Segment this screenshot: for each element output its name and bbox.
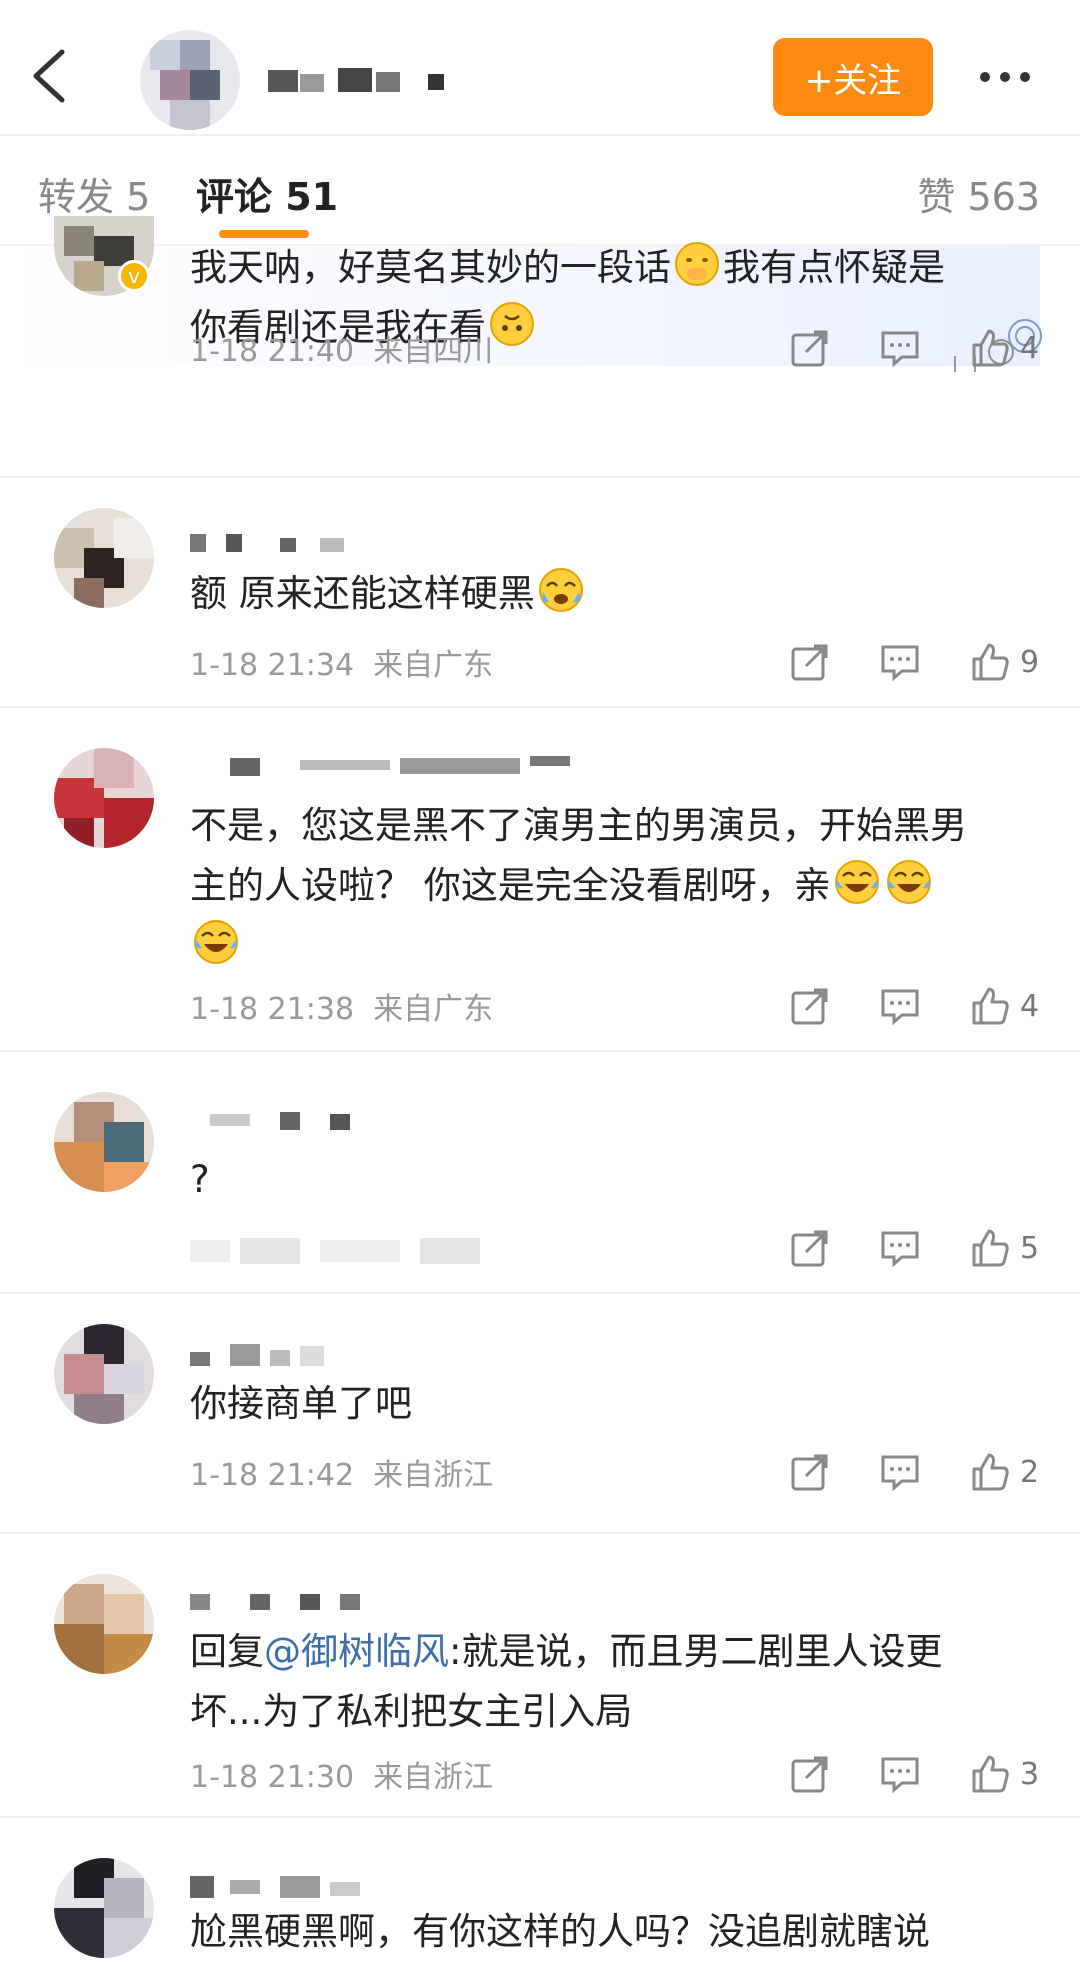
comment-reply-icon[interactable]	[880, 1754, 920, 1794]
comment-location: 来自浙江	[373, 1760, 494, 1795]
like-icon[interactable]	[970, 1228, 1010, 1268]
avatar[interactable]	[54, 1092, 154, 1192]
comment-reply-icon[interactable]	[880, 986, 920, 1026]
like-icon[interactable]	[970, 328, 1010, 368]
crying-emoji-icon	[538, 568, 583, 612]
comment-item: 不是，您这是黑不了演男主的男演员，开始黑男 主的人设啦？ 你这是完全没看剧呀，亲…	[0, 708, 1080, 1052]
like-icon[interactable]	[970, 1754, 1010, 1794]
share-icon[interactable]	[790, 1452, 830, 1492]
username-blurred	[190, 1876, 360, 1898]
upside-down-face-emoji-icon	[490, 302, 534, 346]
avatar[interactable]	[54, 1858, 154, 1958]
like-count: 4	[1020, 330, 1040, 366]
comment-meta: 1-18 21:30 来自浙江	[190, 1752, 493, 1796]
back-icon[interactable]	[28, 48, 72, 104]
comment-text: 尬黑硬黑啊，有你这样的人吗？没追剧就瞎说	[190, 1910, 930, 1953]
like-icon[interactable]	[970, 986, 1010, 1026]
like-icon[interactable]	[970, 642, 1010, 682]
follow-label: +关注	[804, 60, 902, 101]
comment-location: 来自四川	[373, 334, 494, 369]
comment-item: 你接商单了吧 1-18 21:42 来自浙江 2	[0, 1294, 1080, 1534]
username-blurred	[210, 1112, 350, 1130]
top-bar: +关注	[0, 0, 1080, 136]
comment-text: ?	[190, 1158, 210, 1201]
comment-reply-icon[interactable]	[880, 1228, 920, 1268]
comment-reply-icon[interactable]	[880, 642, 920, 682]
tears-of-joy-emoji-icon	[886, 860, 931, 904]
share-icon[interactable]	[790, 1228, 830, 1268]
tears-of-joy-emoji-icon	[834, 860, 879, 904]
comment-location: 来自广东	[373, 992, 494, 1027]
avatar[interactable]	[54, 1574, 154, 1674]
like-count: 3	[1020, 1756, 1040, 1792]
username-blurred	[190, 1344, 324, 1366]
username-blurred	[190, 1594, 360, 1610]
comment-reply-icon[interactable]	[880, 1452, 920, 1492]
comment-text: 回复@御树临风:就是说，而且男二剧里人设更 坏...为了私利把女主引入局	[190, 1630, 943, 1733]
comment-item: 额 原来还能这样硬黑 1-18 21:34 来自广东 9	[0, 478, 1080, 708]
comment-meta: 1-18 21:42 来自浙江	[190, 1450, 493, 1494]
share-icon[interactable]	[790, 1754, 830, 1794]
poster-name-blurred	[268, 68, 444, 92]
comment-meta: 1-18 21:34 来自广东	[190, 640, 493, 684]
avatar[interactable]	[54, 508, 154, 608]
comment-actions: 4	[740, 328, 1042, 368]
comment-time: 1-18 21:30	[190, 1760, 355, 1795]
username-blurred	[190, 534, 344, 552]
comment-actions: 4	[740, 986, 1042, 1026]
tab-likes[interactable]: 赞 563	[917, 166, 1040, 221]
poster-avatar[interactable]	[140, 30, 240, 130]
comment-text: 不是，您这是黑不了演男主的男演员，开始黑男 主的人设啦？ 你这是完全没看剧呀，亲	[190, 796, 1040, 976]
comment-item: v 我天呐，好莫名其妙的一段话 我有点怀疑是 你看剧还是我在看 1-18 21:4…	[0, 216, 1080, 478]
avatar[interactable]	[54, 1324, 154, 1424]
more-options-icon[interactable]	[980, 72, 1030, 82]
comment-location: 来自广东	[373, 648, 494, 683]
share-icon[interactable]	[790, 328, 830, 368]
shy-face-emoji-icon	[675, 242, 719, 286]
username-blurred	[230, 756, 570, 776]
share-icon[interactable]	[790, 986, 830, 1026]
like-count: 9	[1020, 644, 1040, 680]
comment-meta: 1-18 21:40 来自四川	[190, 326, 493, 370]
comment-actions: 9	[740, 642, 1042, 682]
comment-time: 1-18 21:38	[190, 992, 355, 1027]
comment-text: 额 原来还能这样硬黑	[190, 564, 1040, 624]
comment-item: 回复@御树临风:就是说，而且男二剧里人设更 坏...为了私利把女主引入局 1-1…	[0, 1534, 1080, 1818]
active-tab-indicator	[219, 230, 309, 238]
tab-bar: 转发 5 评论 51 赞 563	[0, 138, 1080, 246]
comment-actions: 2	[740, 1452, 1042, 1492]
meta-blurred	[190, 1238, 480, 1264]
follow-button[interactable]: +关注	[773, 38, 933, 116]
comment-meta: 1-18 21:38 来自广东	[190, 984, 493, 1028]
like-count: 5	[1020, 1230, 1040, 1266]
like-count: 4	[1020, 988, 1040, 1024]
avatar[interactable]	[54, 748, 154, 848]
comment-location: 来自浙江	[373, 1458, 494, 1493]
comment-actions: 3	[740, 1754, 1042, 1794]
verified-badge-icon: v	[118, 260, 150, 292]
comment-text: 你接商单了吧	[190, 1382, 412, 1425]
comment-reply-icon[interactable]	[880, 328, 920, 368]
comment-time: 1-18 21:34	[190, 648, 355, 683]
comment-time: 1-18 21:42	[190, 1458, 355, 1493]
like-count: 2	[1020, 1454, 1040, 1490]
comment-item: ? 5	[0, 1052, 1080, 1294]
tab-comments[interactable]: 评论 51	[196, 166, 338, 221]
reply-prefix: 回复	[190, 1630, 264, 1673]
mention-link[interactable]: @御树临风	[264, 1630, 449, 1673]
comment-item: 尬黑硬黑啊，有你这样的人吗？没追剧就瞎说	[0, 1818, 1080, 1962]
tab-repost[interactable]: 转发 5	[38, 166, 150, 221]
tears-of-joy-emoji-icon	[194, 920, 238, 964]
comment-actions: 5	[740, 1228, 1042, 1268]
comment-time: 1-18 21:40	[190, 334, 355, 369]
like-icon[interactable]	[970, 1452, 1010, 1492]
share-icon[interactable]	[790, 642, 830, 682]
